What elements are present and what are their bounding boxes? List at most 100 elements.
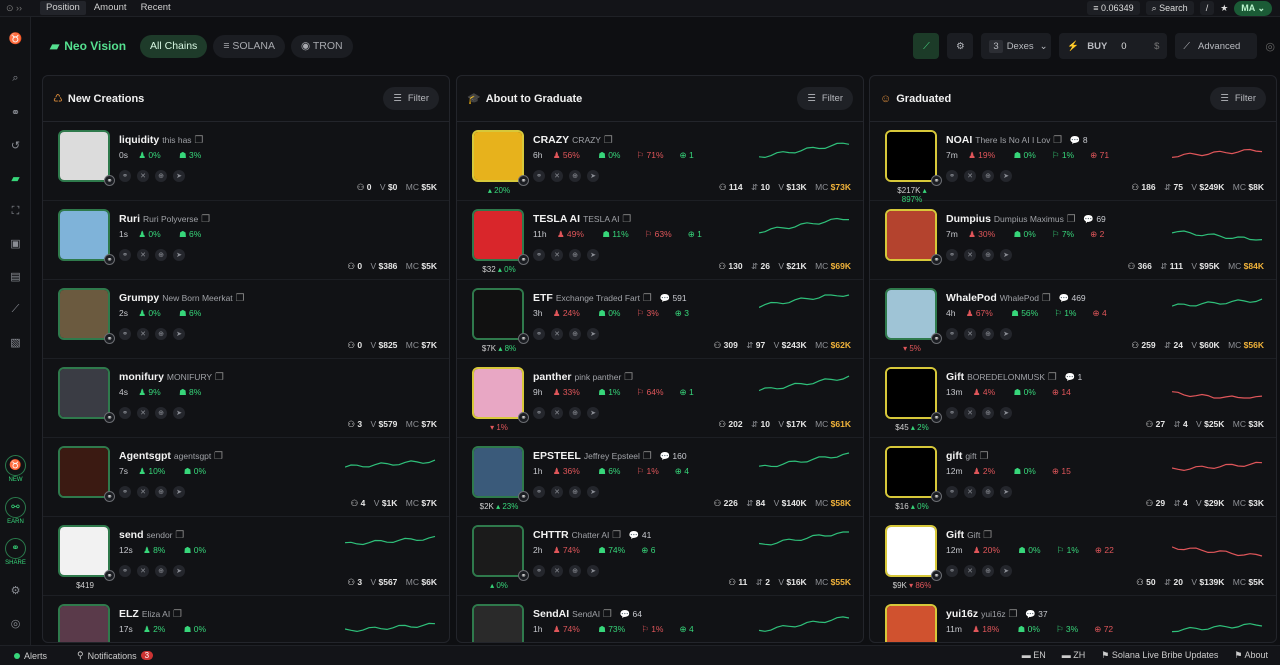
token-avatar[interactable] [472, 446, 524, 498]
telegram-icon[interactable]: ➤ [587, 565, 599, 577]
settings-icon[interactable]: ⚙ [6, 581, 25, 600]
history-icon[interactable]: ↺ [6, 136, 25, 155]
token-avatar[interactable] [885, 604, 937, 642]
telegram-icon[interactable]: ➤ [587, 249, 599, 261]
link-icon[interactable]: ⚭ [946, 407, 958, 419]
link-icon[interactable]: ⚭ [946, 170, 958, 182]
token-row[interactable]: ⚭ liquidity this has ❐ 0s ♟ 0% ☗ 3% ⚭ ✕ ⊕… [43, 122, 449, 201]
telegram-icon[interactable]: ➤ [173, 486, 185, 498]
scan-icon[interactable]: ⛶ [6, 202, 25, 221]
link-icon[interactable]: ⚭ [533, 486, 545, 498]
copy-icon[interactable]: ❐ [603, 609, 612, 620]
token-row[interactable]: ⚭ $9K ▾ 86% Gift Gift ❐ 12m ♟ 20% ☗ 0% ⚐ 1… [870, 517, 1276, 596]
token-row[interactable]: ⚭ ▴ 0% CHTTR Chatter AI ❐ 💬 41 2h ♟ 74% ☗… [457, 517, 863, 596]
globe-icon[interactable]: ⊕ [982, 565, 994, 577]
token-avatar[interactable] [885, 367, 937, 419]
chart-icon[interactable]: ⟋ [6, 300, 25, 319]
x-icon[interactable]: ✕ [964, 486, 976, 498]
copy-icon[interactable]: ❐ [604, 135, 613, 146]
x-icon[interactable]: ✕ [551, 565, 563, 577]
token-name[interactable]: WhalePod WhalePod ❐ 💬 469 [946, 292, 1086, 304]
copy-icon[interactable]: ❐ [1042, 293, 1051, 304]
globe-icon[interactable]: ⊕ [982, 407, 994, 419]
token-name[interactable]: EPSTEEL Jeffrey Epsteel ❐ 💬 160 [533, 450, 687, 462]
globe-icon[interactable]: ⊕ [155, 565, 167, 577]
buy-amount[interactable]: 0 [1121, 41, 1126, 52]
token-row[interactable]: ⚭ Dumpius Dumpius Maximus ❐ 💬 69 7m ♟ 30%… [870, 201, 1276, 280]
copy-icon[interactable]: ❐ [983, 530, 992, 541]
x-icon[interactable]: ✕ [964, 565, 976, 577]
lang-zh[interactable]: ▬ ZH [1062, 650, 1086, 661]
token-name[interactable]: ETF Exchange Traded Fart ❐ 💬 591 [533, 292, 687, 304]
copy-icon[interactable]: ❐ [643, 293, 652, 304]
link-icon[interactable]: ⚭ [533, 249, 545, 261]
x-icon[interactable]: ✕ [137, 328, 149, 340]
chip-solana[interactable]: ≡ SOLANA [213, 34, 285, 58]
copy-icon[interactable]: ❐ [1053, 135, 1062, 146]
link-icon[interactable]: ⚭ [119, 170, 131, 182]
token-row[interactable]: ⚭ ▾ 5% WhalePod WhalePod ❐ 💬 469 4h ♟ 67%… [870, 280, 1276, 359]
logo-icon[interactable]: ♉ [6, 29, 25, 48]
token-avatar[interactable] [885, 288, 937, 340]
telegram-icon[interactable]: ➤ [587, 170, 599, 182]
telegram-icon[interactable]: ➤ [173, 407, 185, 419]
notifications-button[interactable]: ⚲ Notifications 3 [77, 650, 154, 661]
copy-icon[interactable]: ❐ [622, 214, 631, 225]
copy-icon[interactable]: ❐ [979, 451, 988, 462]
token-row[interactable]: ⚭ $2K ▴ 23% EPSTEEL Jeffrey Epsteel ❐ 💬 1… [457, 438, 863, 517]
token-avatar[interactable] [58, 367, 110, 419]
token-name[interactable]: SendAI SendAI ❐ 💬 64 [533, 608, 642, 620]
x-icon[interactable]: ✕ [964, 407, 976, 419]
copy-icon[interactable]: ❐ [1067, 214, 1076, 225]
copy-icon[interactable]: ❐ [214, 451, 223, 462]
token-row[interactable]: ⚭ $419 send sendor ❐ 12s ♟ 8% ☗ 0% ⚭ ✕ ⊕ … [43, 517, 449, 596]
settings-button[interactable]: ⚙ [947, 33, 974, 59]
token-name[interactable]: liquidity this has ❐ [119, 134, 203, 146]
token-row[interactable]: ⚭ $45 ▴ 2% Gift BOREDELONMUSK ❐ 💬 1 13m ♟… [870, 359, 1276, 438]
copy-icon[interactable]: ❐ [643, 451, 652, 462]
tab-position[interactable]: Position [40, 1, 86, 15]
token-avatar[interactable] [885, 525, 937, 577]
earn-badge[interactable]: ⚯ EARN [3, 497, 28, 525]
globe-icon[interactable]: ⊕ [569, 565, 581, 577]
telegram-icon[interactable]: ➤ [587, 486, 599, 498]
token-row[interactable]: ⚭ ▾ 1% panther pink panther ❐ 9h ♟ 33% ☗ … [457, 359, 863, 438]
star-icon[interactable]: ★ [1220, 3, 1228, 14]
token-row[interactable]: ⚭ Grumpy New Born Meerkat ❐ 2s ♟ 0% ☗ 6% … [43, 280, 449, 359]
globe-icon[interactable]: ⊕ [155, 486, 167, 498]
token-name[interactable]: gift gift ❐ [946, 450, 988, 462]
copy-icon[interactable]: ❐ [1008, 609, 1017, 620]
copy-icon[interactable]: ❐ [215, 372, 224, 383]
token-row[interactable]: ⚭ Ruri Ruri Polyverse ❐ 1s ♟ 0% ☗ 6% ⚭ ✕ … [43, 201, 449, 280]
info-icon[interactable]: ◎ [1265, 40, 1275, 53]
globe-icon[interactable]: ⊕ [569, 407, 581, 419]
token-avatar[interactable] [472, 130, 524, 182]
x-icon[interactable]: ✕ [551, 486, 563, 498]
link-icon[interactable]: ⚭ [119, 328, 131, 340]
copy-icon[interactable]: ❐ [624, 372, 633, 383]
filter-button[interactable]: ☰ Filter [1210, 87, 1266, 110]
token-avatar[interactable] [885, 446, 937, 498]
x-icon[interactable]: ✕ [137, 249, 149, 261]
token-avatar[interactable] [885, 209, 937, 261]
telegram-icon[interactable]: ➤ [1000, 328, 1012, 340]
document-search-icon[interactable]: ▧ [6, 333, 25, 352]
token-avatar[interactable] [58, 130, 110, 182]
token-avatar[interactable] [472, 604, 524, 642]
link-icon[interactable]: ⚭ [946, 249, 958, 261]
telegram-icon[interactable]: ➤ [1000, 565, 1012, 577]
telegram-icon[interactable]: ➤ [1000, 486, 1012, 498]
telegram-icon[interactable]: ➤ [587, 328, 599, 340]
x-icon[interactable]: ✕ [551, 407, 563, 419]
x-icon[interactable]: ✕ [964, 249, 976, 261]
token-avatar[interactable] [472, 525, 524, 577]
token-avatar[interactable] [472, 288, 524, 340]
token-row[interactable]: ⚭ Agentsgpt agentsgpt ❐ 7s ♟ 10% ☗ 0% ⚭ ✕… [43, 438, 449, 517]
globe-icon[interactable]: ⊕ [982, 249, 994, 261]
token-row[interactable]: ⚭ SendAISendAI ❐ 💬 64 1h ♟ 74% ☗ 73%⚐ 1%… [457, 596, 863, 642]
window-controls[interactable]: ⊙ ›› [0, 3, 40, 14]
link-icon[interactable]: ⚭ [6, 103, 25, 122]
telegram-icon[interactable]: ➤ [173, 565, 185, 577]
tab-recent[interactable]: Recent [135, 1, 177, 15]
x-icon[interactable]: ✕ [964, 170, 976, 182]
